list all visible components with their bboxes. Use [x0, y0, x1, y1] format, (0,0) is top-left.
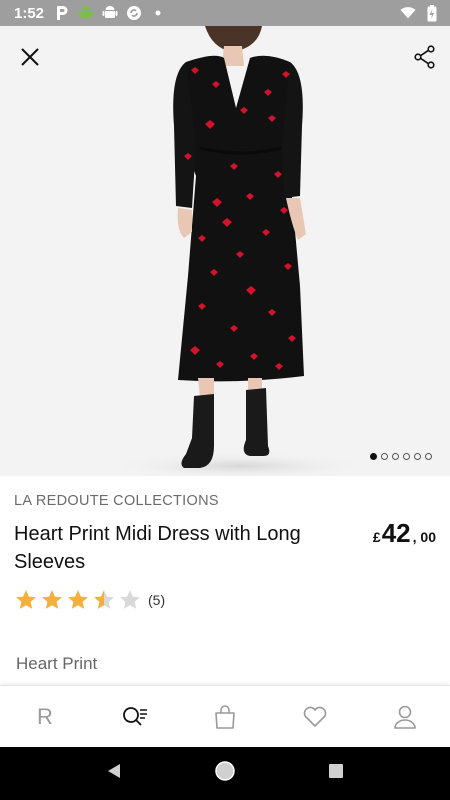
status-right-icons: [400, 4, 440, 21]
colour-name: Heart Print: [16, 654, 98, 673]
home-logo-icon: R: [37, 703, 53, 729]
nav-account[interactable]: [360, 686, 450, 747]
product-info: LA REDOUTE COLLECTIONS Heart Print Midi …: [0, 476, 450, 674]
star-icon: [68, 590, 88, 609]
price: £ 42 , 00: [373, 518, 436, 576]
star-icon: [42, 590, 62, 609]
carousel-indicator: [370, 453, 432, 460]
share-button[interactable]: [408, 40, 442, 74]
recents-button[interactable]: [327, 762, 345, 785]
parking-icon: [54, 5, 70, 21]
android-debug-icon: [102, 5, 118, 21]
close-icon: [21, 48, 39, 66]
price-whole: 42: [381, 518, 411, 548]
system-nav-bar: [0, 747, 450, 800]
nav-home[interactable]: R: [0, 686, 90, 747]
price-decimal: , 00: [412, 529, 436, 545]
rating-count: (5): [148, 592, 166, 608]
status-bar: 1:52: [0, 0, 450, 26]
bag-icon: [215, 704, 235, 729]
share-icon: [414, 45, 435, 69]
product-screen: 1:52 LA REDOUTE COLLECTIONS Heart Print …: [0, 0, 450, 800]
product-photo: [110, 26, 370, 476]
product-title: Heart Print Midi Dress with Long Sleeves: [14, 523, 301, 573]
carousel-dot[interactable]: [414, 453, 421, 460]
home-circle-icon: [215, 761, 235, 781]
title-row: Heart Print Midi Dress with Long Sleeves…: [14, 518, 436, 576]
carousel-dot[interactable]: [392, 453, 399, 460]
back-triangle-icon: [108, 764, 121, 778]
home-button[interactable]: [214, 760, 236, 787]
android-icon: [78, 5, 94, 21]
back-button[interactable]: [105, 762, 123, 785]
price-currency: £: [372, 529, 381, 545]
sync-icon: [126, 5, 142, 21]
close-button[interactable]: [13, 40, 47, 74]
star-icon: [16, 590, 36, 609]
dot-icon: [150, 5, 166, 21]
rating[interactable]: (5): [14, 588, 436, 612]
recents-square-icon: [328, 764, 343, 778]
battery-icon: [424, 4, 440, 21]
wifi-icon: [400, 5, 416, 21]
carousel-dot[interactable]: [403, 453, 410, 460]
status-time: 1:52: [14, 4, 45, 22]
search-list-icon: [123, 706, 147, 726]
user-icon: [394, 705, 416, 729]
nav-basket[interactable]: [180, 686, 270, 747]
carousel-dot[interactable]: [425, 453, 432, 460]
star-icon: [120, 590, 140, 609]
bottom-nav: R: [0, 685, 450, 747]
product-image-carousel[interactable]: [0, 26, 450, 476]
carousel-dot[interactable]: [381, 453, 388, 460]
brand-name[interactable]: LA REDOUTE COLLECTIONS: [14, 493, 436, 509]
rating-stars: [14, 588, 142, 612]
star-icon: [94, 590, 114, 609]
nav-search[interactable]: [90, 686, 180, 747]
nav-wishlist[interactable]: [270, 686, 360, 747]
heart-icon: [303, 706, 327, 727]
status-left-icons: [54, 5, 166, 21]
carousel-dot[interactable]: [370, 453, 377, 460]
